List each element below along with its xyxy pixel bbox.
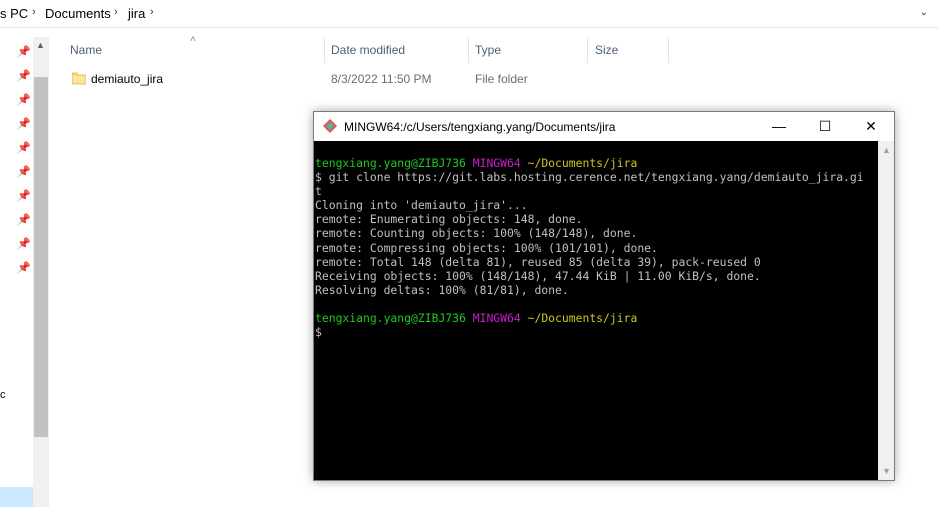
- pin-icon[interactable]: 📌: [17, 70, 31, 82]
- breadcrumb-chevron-icon[interactable]: ›: [150, 6, 154, 18]
- prompt-path: ~/Documents/jira: [527, 156, 638, 170]
- close-button[interactable]: ✕: [848, 112, 894, 141]
- terminal-scrollbar[interactable]: ▲ ▼: [878, 141, 894, 480]
- pin-icon[interactable]: 📌: [17, 142, 31, 154]
- nav-scrollbar[interactable]: ▲: [33, 37, 49, 507]
- scroll-up-icon[interactable]: ▲: [36, 40, 45, 50]
- nav-partial-item[interactable]: c: [0, 389, 6, 401]
- terminal-line: remote: Counting objects: 100% (148/148)…: [315, 226, 638, 241]
- prompt-path: ~/Documents/jira: [527, 311, 638, 326]
- terminal-line: $ git clone https://git.labs.hosting.cer…: [315, 170, 864, 185]
- column-divider[interactable]: [324, 37, 325, 63]
- terminal-line: $: [315, 325, 322, 340]
- terminal-line: remote: Compressing objects: 100% (101/1…: [315, 240, 658, 255]
- column-header-name[interactable]: Name: [70, 37, 102, 63]
- terminal-line: tengxiang.yang@ZIBJ736 MINGW64 ~/Documen…: [315, 156, 864, 170]
- terminal-output[interactable]: tengxiang.yang@ZIBJ736 MINGW64 ~/Documen…: [314, 141, 878, 480]
- prompt-user: tengxiang.yang@ZIBJ736: [315, 311, 466, 326]
- breadcrumb-chevron-icon[interactable]: ›: [32, 6, 36, 18]
- address-bar[interactable]: s PC › Documents › jira › ⌄: [0, 0, 938, 28]
- file-row[interactable]: demiauto_jira 8/3/2022 11:50 PM File fol…: [66, 69, 626, 91]
- breadcrumb-documents[interactable]: Documents: [45, 6, 111, 21]
- breadcrumb-chevron-icon[interactable]: ›: [114, 6, 118, 18]
- column-divider[interactable]: [668, 37, 669, 63]
- file-name[interactable]: demiauto_jira: [91, 72, 163, 86]
- column-header-type[interactable]: Type: [475, 37, 501, 63]
- breadcrumb-this-pc[interactable]: s PC: [0, 6, 28, 21]
- folder-icon: [72, 72, 86, 85]
- terminal-titlebar[interactable]: MINGW64:/c/Users/tengxiang.yang/Document…: [314, 112, 894, 141]
- maximize-button[interactable]: ☐: [802, 112, 848, 141]
- scrollbar-thumb[interactable]: [34, 77, 48, 437]
- pin-icon[interactable]: 📌: [17, 118, 31, 130]
- terminal-line: tengxiang.yang@ZIBJ736 MINGW64 ~/Documen…: [315, 311, 864, 325]
- terminal-line: Cloning into 'demiauto_jira'...: [315, 198, 528, 213]
- terminal-line: t: [315, 184, 322, 199]
- terminal-window[interactable]: MINGW64:/c/Users/tengxiang.yang/Document…: [313, 111, 895, 481]
- pin-icon[interactable]: 📌: [17, 214, 31, 226]
- terminal-line: remote: Enumerating objects: 148, done.: [315, 212, 583, 227]
- scroll-up-icon[interactable]: ▲: [882, 145, 891, 155]
- pin-icon[interactable]: 📌: [17, 46, 31, 58]
- column-divider[interactable]: [468, 37, 469, 63]
- terminal-line: remote: Total 148 (delta 81), reused 85 …: [315, 254, 761, 269]
- prompt-shell: MINGW64: [472, 156, 521, 170]
- breadcrumb-jira[interactable]: jira: [128, 6, 145, 21]
- column-divider[interactable]: [587, 37, 588, 63]
- prompt-shell: MINGW64: [472, 311, 521, 326]
- sort-ascending-icon: ˄: [190, 34, 196, 45]
- terminal-text: tengxiang.yang@ZIBJ736 MINGW64 ~/Documen…: [315, 156, 864, 339]
- terminal-title: MINGW64:/c/Users/tengxiang.yang/Document…: [344, 120, 616, 134]
- pin-icon[interactable]: 📌: [17, 166, 31, 178]
- file-date-modified: 8/3/2022 11:50 PM: [331, 72, 432, 86]
- scroll-down-icon[interactable]: ▼: [882, 466, 891, 476]
- terminal-line: Resolving deltas: 100% (81/81), done.: [315, 282, 569, 297]
- file-type: File folder: [475, 72, 528, 86]
- prompt-user: tengxiang.yang@ZIBJ736: [315, 156, 466, 170]
- pin-icon[interactable]: 📌: [17, 190, 31, 202]
- minimize-button[interactable]: —: [756, 112, 802, 141]
- git-bash-icon: [323, 119, 337, 133]
- terminal-line: Receiving objects: 100% (148/148), 47.44…: [315, 268, 761, 283]
- column-header-size[interactable]: Size: [595, 37, 618, 63]
- pin-icon[interactable]: 📌: [17, 238, 31, 250]
- address-dropdown-icon[interactable]: ⌄: [920, 7, 928, 18]
- pin-icon[interactable]: 📌: [17, 94, 31, 106]
- pin-icon[interactable]: 📌: [17, 262, 31, 274]
- nav-selected-item[interactable]: [0, 487, 33, 507]
- column-header-date-modified[interactable]: Date modified: [331, 37, 405, 63]
